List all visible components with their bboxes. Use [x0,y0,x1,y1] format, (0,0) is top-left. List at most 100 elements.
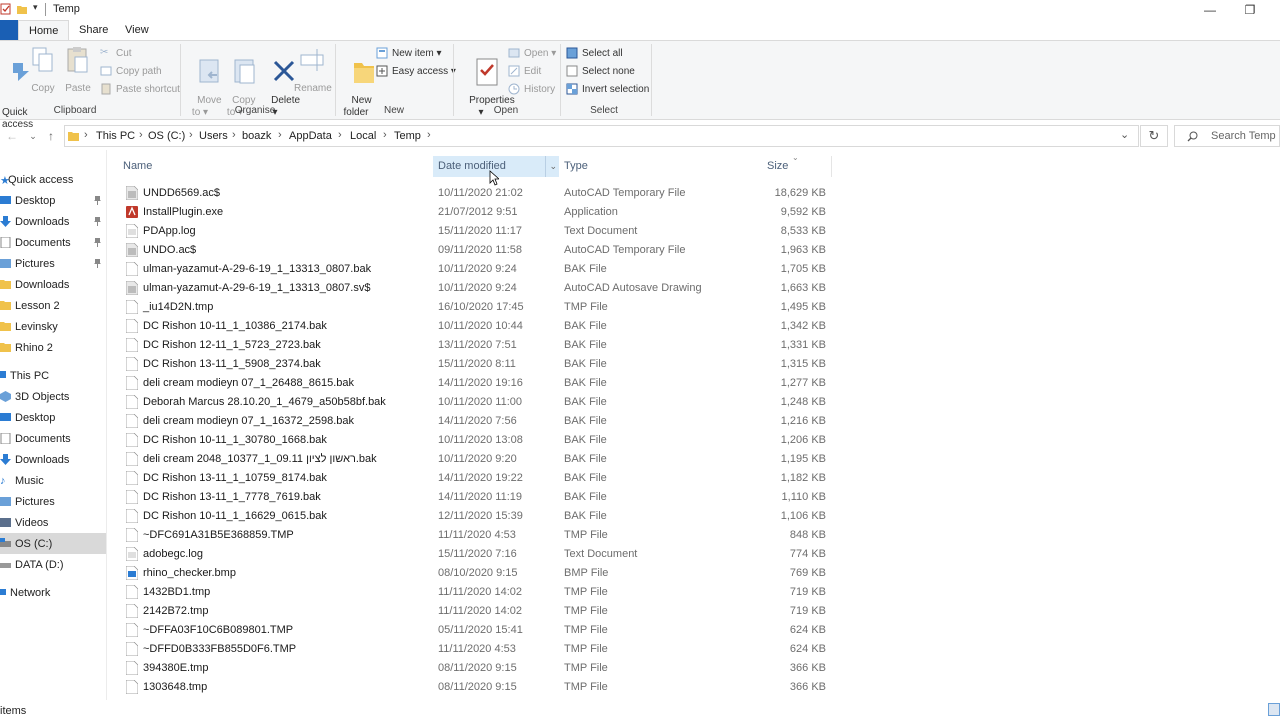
file-size: 1,963 KB [780,244,826,256]
nav-item-downloads-pc[interactable]: Downloads [0,449,106,470]
breadcrumb-os-c[interactable]: OS (C:) [148,130,185,142]
new-item-button[interactable]: New item ▾ [376,45,441,61]
file-name: deli cream modieyn 07_1_26488_8615.bak [143,377,354,389]
nav-item-videos[interactable]: Videos [0,512,106,533]
file-row[interactable]: 1303648.tmp 08/11/2020 9:15 TMP File 366 KB [122,678,828,697]
file-row[interactable]: 2142B72.tmp 11/11/2020 14:02 TMP File 719 K… [122,602,828,621]
nav-network[interactable]: Network [0,582,106,603]
column-header-size[interactable]: Size ⌄ [762,153,832,177]
pin-icon [94,196,101,205]
edit-button[interactable]: Edit [508,63,541,79]
maximize-button[interactable]: ❐ [1227,0,1273,20]
file-row[interactable]: DC Rishon 10-11_1_10386_2174.bak 10/11/20… [122,317,828,336]
up-button[interactable]: ↑ [42,126,60,146]
nav-this-pc[interactable]: This PC [0,365,106,386]
properties-icon[interactable] [0,3,12,15]
file-row[interactable]: ~DFC691A31B5E368859.TMP 11/11/2020 4:53 TM… [122,526,828,545]
file-row[interactable]: UNDD6569.ac$ 10/11/2020 21:02 AutoCAD Temp… [122,184,828,203]
file-row[interactable]: rhino_checker.bmp 08/10/2020 9:15 BMP File… [122,564,828,583]
nav-item-documents-pinned[interactable]: Documents [0,232,106,253]
copy-path-button[interactable]: Copy path [100,63,162,79]
file-row[interactable]: ulman-yazamut-A-29-6-19_1_13313_0807.bak… [122,260,828,279]
file-row[interactable]: deli cream modieyn 07_1_16372_2598.bak 14… [122,412,828,431]
breadcrumb-appdata[interactable]: AppData [289,130,332,142]
file-row[interactable]: ulman-yazamut-A-29-6-19_1_13313_0807.sv$… [122,279,828,298]
paste-shortcut-button[interactable]: Paste shortcut [100,81,180,97]
file-row[interactable]: DC Rishon 12-11_1_5723_2723.bak 13/11/202… [122,336,828,355]
file-size: 769 KB [789,567,826,579]
delete-button[interactable]: Delete ▾ [260,45,300,131]
file-row[interactable]: 1432BD1.tmp 11/11/2020 14:02 TMP File 719 K… [122,583,828,602]
file-row[interactable]: DC Rishon 13-11_1_5908_2374.bak 15/11/202… [122,355,828,374]
nav-item-levinsky[interactable]: Levinsky [0,316,106,337]
nav-item-pictures[interactable]: Pictures [0,491,106,512]
tab-home[interactable]: Home [18,20,70,40]
file-row[interactable]: DC Rishon 13-11_1_10759_8174.bak 14/11/20… [122,469,828,488]
text-file-icon [125,546,139,562]
details-view-button[interactable] [1268,703,1280,716]
breadcrumb-this-pc[interactable]: This PC [96,130,135,142]
file-row[interactable]: DC Rishon 10-11_1_30780_1668.bak 10/11/20… [122,431,828,450]
recent-locations-button[interactable]: ⌄ [24,126,42,146]
new-folder-icon[interactable] [16,3,28,15]
address-bar[interactable]: › This PC › OS (C:) › Users › boazk › Ap… [64,125,1139,147]
tab-share[interactable]: Share [69,20,118,40]
nav-item-os-c[interactable]: OS (C:) [0,533,106,554]
file-row[interactable]: _iu14D2N.tmp 16/10/2020 17:45 TMP File 1,49… [122,298,828,317]
file-size: 774 KB [789,548,826,560]
search-input[interactable]: Search Temp [1174,125,1280,147]
nav-item-downloads[interactable]: Downloads [0,274,106,295]
nav-item-lesson-2[interactable]: Lesson 2 [0,295,106,316]
column-header-type[interactable]: Type [559,156,762,177]
invert-selection-button[interactable]: Invert selection [566,81,649,97]
select-none-button[interactable]: Select none [566,63,635,79]
breadcrumb-users[interactable]: Users [199,130,228,142]
nav-item-downloads-pinned[interactable]: Downloads [0,211,106,232]
column-header-name[interactable]: Name [118,156,433,177]
file-row[interactable]: ~DFFA03F10C6B089801.TMP 05/11/2020 15:41 T… [122,621,828,640]
nav-item-3d-objects[interactable]: 3D Objects [0,386,106,407]
select-all-button[interactable]: Select all [566,45,623,61]
nav-item-rhino-2[interactable]: Rhino 2 [0,337,106,358]
move-to-button[interactable]: Move to ▾ [186,45,222,131]
back-button[interactable]: ← [3,126,21,146]
file-row[interactable]: InstallPlugin.exe 21/07/2012 9:51 Applicat… [122,203,828,222]
tab-view[interactable]: View [115,20,159,40]
history-button[interactable]: History [508,81,555,97]
file-row[interactable]: adobegc.log 15/11/2020 7:16 Text Document 7… [122,545,828,564]
column-filter-dropdown-icon[interactable]: ⌄ [545,156,557,177]
nav-item-pictures-pinned[interactable]: Pictures [0,253,106,274]
address-dropdown-icon[interactable]: ⌄ [1120,128,1129,141]
file-row[interactable]: deli cream 2048_10377_1_09.11 ראשון לציו… [122,450,828,469]
file-row[interactable]: DC Rishon 10-11_1_16629_0615.bak 12/11/20… [122,507,828,526]
nav-item-data-d[interactable]: DATA (D:) [0,554,106,575]
rename-button[interactable]: Rename [294,45,332,95]
file-row[interactable]: 394380E.tmp 08/11/2020 9:15 TMP File 366 KB [122,659,828,678]
nav-quick-access[interactable]: ★ Quick access [0,169,106,190]
properties-button[interactable]: Properties ▾ [458,45,515,131]
nav-item-desktop-pinned[interactable]: Desktop [0,190,106,211]
breadcrumb-temp[interactable]: Temp [394,130,421,142]
breadcrumb-local[interactable]: Local [350,130,376,142]
customize-quick-access-icon[interactable]: ▾ [33,2,38,13]
file-row[interactable]: deli cream modieyn 07_1_26488_8615.bak 14… [122,374,828,393]
file-row[interactable]: UNDO.ac$ 09/11/2020 11:58 AutoCAD Temporar… [122,241,828,260]
easy-access-button[interactable]: Easy access ▾ [376,63,456,79]
breadcrumb-boazk[interactable]: boazk [242,130,271,142]
file-row[interactable]: PDApp.log 15/11/2020 11:17 Text Document 8,… [122,222,828,241]
file-row[interactable]: DC Rishon 13-11_1_7778_7619.bak 14/11/202… [122,488,828,507]
file-row[interactable]: ~DFFD0B333FB855D0F6.TMP 11/11/2020 4:53 TM… [122,640,828,659]
refresh-button[interactable]: ↻ [1140,125,1168,147]
cut-button[interactable]: ✂ Cut [100,45,132,61]
file-tab[interactable] [0,20,18,40]
nav-item-documents[interactable]: Documents [0,428,106,449]
open-button[interactable]: Open ▾ [508,45,556,61]
nav-item-music[interactable]: ♪ Music [0,470,106,491]
new-folder-button[interactable]: New folder [340,45,375,131]
nav-item-desktop[interactable]: Desktop [0,407,106,428]
pin-icon [94,238,101,247]
file-row[interactable]: Deborah Marcus 28.10.20_1_4679_a50b58bf.… [122,393,828,412]
paste-button[interactable]: Paste [63,45,93,95]
copy-button[interactable]: Copy [30,45,56,95]
copy-to-button[interactable]: Copy to ▾ [221,45,255,131]
